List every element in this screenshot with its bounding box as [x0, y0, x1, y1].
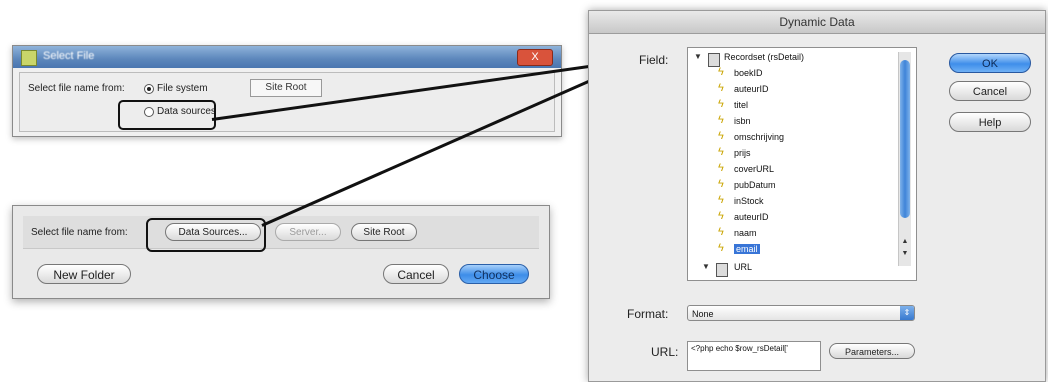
app-icon [21, 50, 37, 66]
dynamic-data-title: Dynamic Data [779, 15, 855, 29]
tree-item-label: auteurID [734, 212, 769, 222]
lightning-icon: ϟ [718, 242, 724, 254]
site-root-link[interactable]: Site Root [250, 79, 322, 97]
lightning-icon: ϟ [718, 114, 724, 126]
field-label: Field: [639, 53, 669, 67]
disclosure-triangle-icon[interactable]: ▼ [694, 52, 704, 61]
lightning-icon: ϟ [718, 194, 724, 206]
dynamic-data-dialog: Dynamic Data Field: ▼ Recordset (rsDetai… [588, 10, 1046, 382]
help-button[interactable]: Help [949, 112, 1031, 132]
tree-item-label: pubDatum [734, 180, 776, 190]
format-label: Format: [627, 307, 669, 321]
tree-root-label: Recordset (rsDetail) [724, 52, 805, 62]
ok-button[interactable]: OK [949, 53, 1031, 73]
data-sources-button-highlight [146, 218, 266, 252]
tree-item-label: URL [734, 262, 753, 272]
select-arrows-icon[interactable]: ⇕ [900, 306, 914, 320]
recordset-icon [708, 53, 720, 67]
lightning-icon: ϟ [718, 178, 724, 190]
select-file-dialog-mac: Select file name from: Data Sources... S… [12, 205, 550, 299]
server-button[interactable]: Server... [275, 223, 341, 241]
lightning-icon: ϟ [718, 98, 724, 110]
cancel-button[interactable]: Cancel [949, 81, 1031, 101]
lightning-icon: ϟ [718, 82, 724, 94]
lightning-icon: ϟ [718, 162, 724, 174]
select-from-row: Select file name from: Data Sources... S… [23, 216, 539, 249]
file-system-radio-label: File system [157, 83, 208, 94]
scroll-down-icon[interactable]: ▼ [899, 250, 911, 260]
tree-item-label: coverURL [734, 164, 775, 174]
lightning-icon: ϟ [718, 146, 724, 158]
scrollbar-thumb[interactable] [900, 60, 910, 218]
choose-button[interactable]: Choose [459, 264, 529, 284]
select-file-dialog: Select File X Select file name from: Fil… [12, 45, 562, 137]
select-file-title: Select File [43, 50, 95, 62]
tree-item-label: omschrijving [734, 132, 785, 142]
close-button[interactable]: X [517, 49, 553, 66]
field-tree[interactable]: ▼ Recordset (rsDetail) ϟ boekID ϟ auteur… [687, 47, 917, 281]
tree-item-label: prijs [734, 148, 751, 158]
tree-item-label: auteurID [734, 84, 769, 94]
url-label: URL: [651, 345, 679, 359]
url-group-icon [716, 263, 728, 277]
cancel-button[interactable]: Cancel [383, 264, 449, 284]
tree-item-label: naam [734, 228, 757, 238]
tree-item-label: email [734, 244, 760, 254]
dynamic-data-titlebar: Dynamic Data [589, 11, 1045, 34]
tree-item-label: titel [734, 100, 749, 110]
parameters-button[interactable]: Parameters... [829, 343, 915, 359]
tree-item-label: isbn [734, 116, 751, 126]
select-file-titlebar: Select File X [13, 46, 561, 68]
tree-item-label: boekID [734, 68, 763, 78]
disclosure-triangle-icon[interactable]: ▼ [702, 262, 712, 271]
file-system-radio[interactable] [144, 84, 154, 94]
data-sources-radio-highlight [118, 100, 216, 130]
lightning-icon: ϟ [718, 130, 724, 142]
lightning-icon: ϟ [718, 210, 724, 222]
new-folder-button[interactable]: New Folder [37, 264, 131, 284]
select-from-label: Select file name from: [31, 227, 128, 238]
lightning-icon: ϟ [718, 226, 724, 238]
lightning-icon: ϟ [718, 66, 724, 78]
format-value: None [692, 309, 714, 319]
format-select[interactable]: None ⇕ [687, 305, 915, 321]
tree-item-label: inStock [734, 196, 764, 206]
select-file-from-label: Select file name from: [28, 83, 125, 94]
url-field[interactable]: <?php echo $row_rsDetail[' [687, 341, 821, 371]
scroll-up-icon[interactable]: ▲ [899, 238, 911, 248]
site-root-button[interactable]: Site Root [351, 223, 417, 241]
tree-scrollbar[interactable]: ▲ ▼ [898, 52, 911, 266]
